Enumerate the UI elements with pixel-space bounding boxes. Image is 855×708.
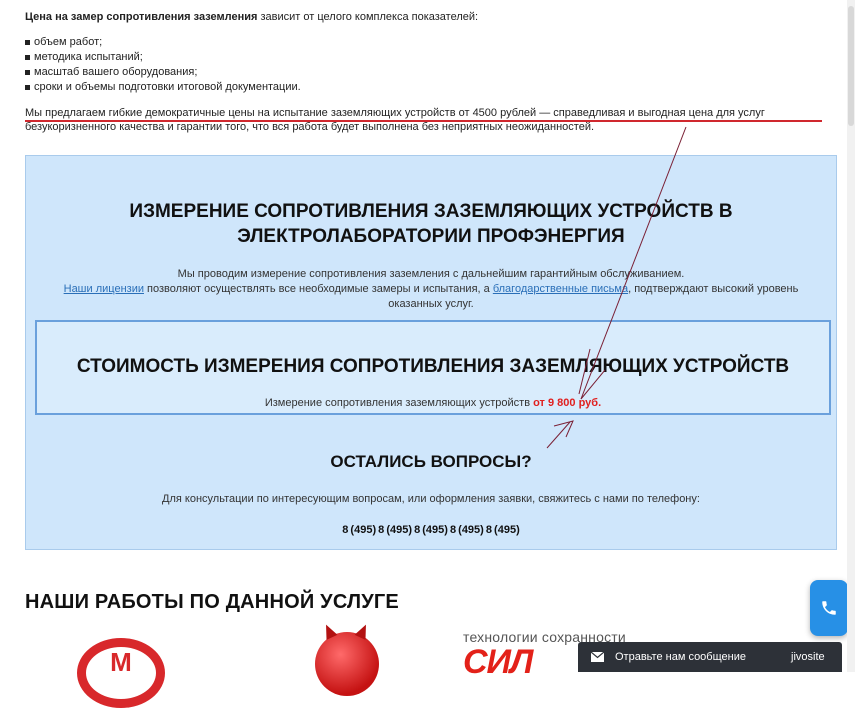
chat-message-label: Отравьте нам сообщение [615,651,746,663]
hand-drawn-arrow [546,126,687,449]
envelope-icon [591,652,604,662]
scrollbar-thumb[interactable] [848,6,854,126]
works-title: НАШИ РАБОТЫ ПО ДАННОЙ УСЛУГЕ [25,591,399,613]
sil-logo[interactable]: СИЛ [463,645,533,679]
phone-icon [822,601,836,615]
call-button[interactable] [810,580,848,636]
chat-widget[interactable]: Отравьте нам сообщение jivosite [578,642,842,672]
scrollbar[interactable] [847,0,855,672]
jivosite-brand: jivosite [791,651,825,663]
devil-mascot-logo[interactable] [315,632,379,696]
metro-m-icon: M [110,647,132,677]
